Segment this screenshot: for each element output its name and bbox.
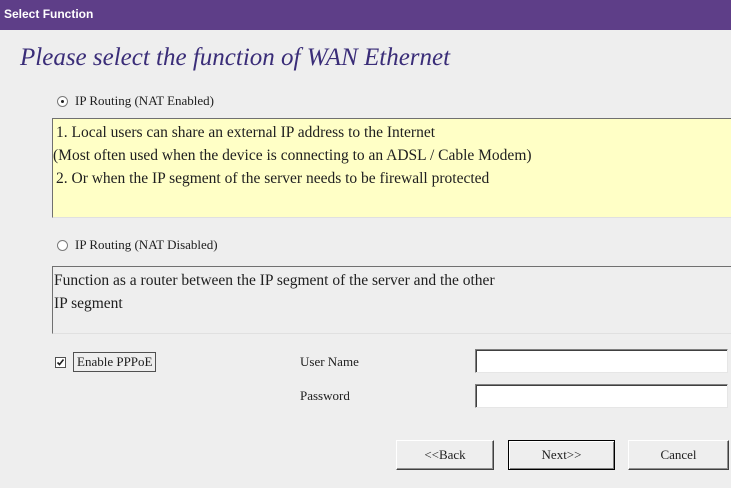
password-input[interactable]: [475, 384, 728, 408]
option-nat-disabled[interactable]: IP Routing (NAT Disabled): [57, 236, 218, 254]
window-title: Select Function: [4, 7, 94, 21]
title-bar: Select Function: [0, 0, 731, 30]
page-heading: Please select the function of WAN Ethern…: [20, 44, 451, 71]
next-button[interactable]: Next>>: [508, 440, 615, 470]
cancel-button[interactable]: Cancel: [628, 440, 729, 470]
pppoe-checkbox-box[interactable]: [55, 356, 66, 368]
enable-pppoe-label: Enable PPPoE: [73, 352, 157, 372]
description-line: (Most often used when the device is conn…: [53, 147, 532, 164]
password-label: Password: [300, 388, 350, 403]
option-nat-disabled-label: IP Routing (NAT Disabled): [75, 237, 218, 252]
description-line: 2. Or when the IP segment of the server …: [56, 170, 490, 187]
description-line: IP segment: [54, 295, 123, 312]
user-name-input[interactable]: [475, 349, 728, 373]
description-line: 1. Local users can share an external IP …: [56, 124, 436, 141]
option-nat-enabled[interactable]: IP Routing (NAT Enabled): [57, 92, 214, 110]
nat-disabled-description: Function as a router between the IP segm…: [52, 266, 731, 334]
radio-nat-disabled[interactable]: [57, 239, 68, 251]
option-nat-enabled-label: IP Routing (NAT Enabled): [75, 93, 215, 108]
checkmark-icon: [56, 358, 65, 366]
user-name-label: User Name: [300, 354, 359, 369]
description-line: Function as a router between the IP segm…: [54, 272, 495, 289]
enable-pppoe-checkbox[interactable]: Enable PPPoE: [55, 352, 157, 372]
radio-nat-enabled[interactable]: [57, 95, 68, 107]
back-button[interactable]: <<Back: [396, 440, 494, 470]
nat-enabled-description: 1. Local users can share an external IP …: [52, 118, 731, 218]
